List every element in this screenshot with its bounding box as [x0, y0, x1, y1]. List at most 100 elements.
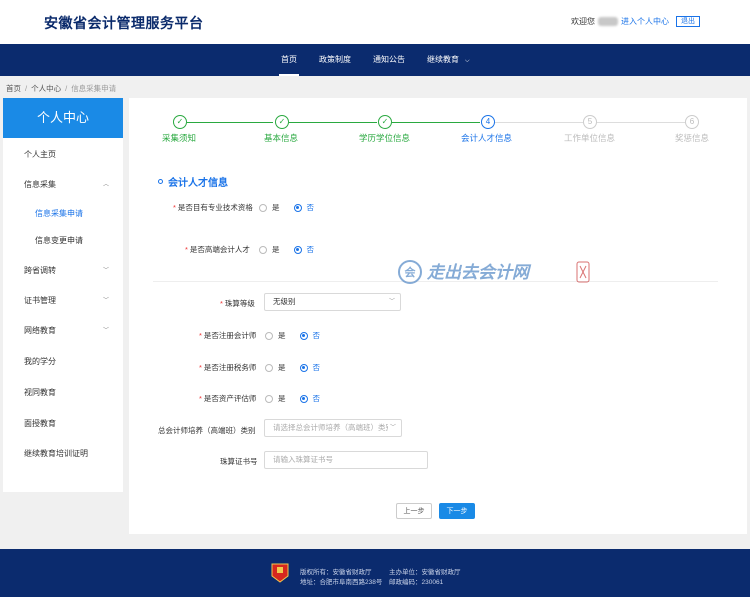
nav-home[interactable]: 首页	[270, 44, 308, 76]
radio-icon[interactable]	[259, 245, 267, 254]
sidebar-item-face-to-face[interactable]: 面授教育	[3, 418, 123, 429]
abacus-cert-input[interactable]: 请输入珠算证书号	[264, 451, 428, 469]
sidebar-item-label: 信息变更申请	[35, 236, 83, 245]
cpa-label: * 是否注册会计师	[199, 331, 257, 340]
sidebar-item-label: 信息采集申请	[35, 209, 83, 218]
step-connector	[495, 122, 583, 123]
senior-talent-radio-group: 是 否	[259, 244, 328, 255]
nav-policy[interactable]: 政策制度	[308, 44, 362, 76]
check-icon: ✓	[173, 115, 187, 129]
radio-label: 是	[272, 245, 280, 254]
sidebar-item-label: 视同教育	[24, 388, 56, 397]
main-panel: ✓ ✓ ✓ 4 5 6 采集须知 基本信息 学历学位信息 会计人才信息 工作单位…	[129, 98, 747, 534]
label-text: 是否注册税务师	[203, 363, 257, 372]
sidebar-item-certificates[interactable]: 证书管理 ﹀	[3, 295, 123, 306]
radio-label: 否	[312, 363, 321, 372]
logout-button[interactable]: 退出	[676, 16, 700, 27]
sidebar-item-home[interactable]: 个人主页	[3, 149, 123, 160]
cfo-training-select[interactable]: 请选择总会计师培养（高端班）类别 ﹀	[264, 419, 402, 437]
progress-steps: ✓ ✓ ✓ 4 5 6 采集须知 基本信息 学历学位信息 会计人才信息 工作单位…	[129, 114, 747, 154]
senior-talent-no[interactable]: 否	[293, 244, 315, 255]
radio-icon[interactable]	[265, 331, 273, 340]
step-label: 学历学位信息	[359, 133, 411, 143]
step-label: 会计人才信息	[461, 133, 513, 143]
emblem-icon	[271, 563, 289, 583]
sidebar-item-label: 证书管理	[24, 296, 56, 305]
site-title[interactable]: 安徽省会计管理服务平台	[44, 13, 204, 33]
footer-postcode: 邮政编码：230061	[389, 579, 444, 586]
sidebar-item-my-credits[interactable]: 我的学分	[3, 356, 123, 367]
step-label: 基本信息	[264, 133, 299, 143]
radio-icon[interactable]	[265, 394, 273, 403]
prev-step-button[interactable]: 上一步	[396, 503, 432, 519]
chevron-down-icon: ﹀	[102, 298, 109, 304]
label-text: 珠算等级	[224, 299, 255, 308]
radio-checked-icon[interactable]	[293, 203, 302, 212]
asset-appraiser-no[interactable]: 否	[299, 393, 321, 404]
label-text: 是否注册会计师	[203, 331, 257, 340]
check-icon: ✓	[275, 115, 289, 129]
nav-continuing-education-label: 继续教育	[427, 55, 459, 64]
breadcrumb-personal-center[interactable]: 个人中心	[31, 84, 61, 93]
radio-label: 是	[278, 331, 286, 340]
step-label: 采集须知	[162, 133, 197, 143]
watermark-text: 走出去会计网	[426, 263, 532, 283]
sidebar-item-label: 信息采集	[24, 180, 56, 189]
footer-sponsor: 主办单位：安徽省财政厅	[389, 569, 461, 576]
radio-label: 否	[312, 394, 321, 403]
radio-checked-icon[interactable]	[299, 331, 308, 340]
sidebar-item-change-apply[interactable]: 信息变更申请	[3, 235, 123, 246]
main-nav: 首页 政策制度 通知公告 继续教育 ⌵	[0, 44, 750, 76]
sidebar-item-label: 继续教育培训证明	[24, 449, 88, 458]
radio-label: 否	[306, 245, 315, 254]
nav-notices[interactable]: 通知公告	[362, 44, 416, 76]
step-label: 工作单位信息	[564, 133, 616, 143]
tax-agent-yes[interactable]: 是	[265, 362, 286, 373]
cpa-yes[interactable]: 是	[265, 330, 286, 341]
radio-checked-icon[interactable]	[299, 363, 308, 372]
sidebar-item-label: 个人主页	[24, 150, 56, 159]
sidebar-item-training-certificate[interactable]: 继续教育培训证明	[3, 448, 123, 459]
welcome-text: 欢迎您	[571, 17, 595, 26]
cpa-radio-group: 是 否	[265, 330, 334, 341]
label-text: 是否高端会计人才	[189, 245, 250, 254]
radio-checked-icon[interactable]	[299, 394, 308, 403]
sidebar-item-label: 网络教育	[24, 326, 56, 335]
tax-agent-no[interactable]: 否	[299, 362, 321, 373]
label-text: 是否目有专业技术资格	[177, 203, 253, 212]
radio-icon[interactable]	[259, 203, 267, 212]
chevron-down-icon: ﹀	[388, 299, 395, 305]
tech-qualification-no[interactable]: 否	[293, 202, 315, 213]
radio-icon[interactable]	[265, 363, 273, 372]
nav-home-label: 首页	[281, 55, 297, 64]
chevron-down-icon: ﹀	[387, 420, 396, 436]
enter-personal-center-link[interactable]: 进入个人中心	[621, 16, 669, 27]
tech-qualification-yes[interactable]: 是	[259, 202, 280, 213]
check-icon: ✓	[378, 115, 392, 129]
next-step-button[interactable]: 下一步	[439, 503, 475, 519]
breadcrumb-current: 信息采集申请	[71, 84, 117, 93]
radio-label: 否	[306, 203, 315, 212]
step-connector	[289, 122, 377, 123]
asset-appraiser-radio-group: 是 否	[265, 393, 334, 404]
sidebar-item-collection-apply[interactable]: 信息采集申请	[3, 208, 123, 219]
step-number-4: 4	[481, 115, 495, 129]
cpa-no[interactable]: 否	[299, 330, 320, 341]
section-title-text: 会计人才信息	[168, 178, 228, 189]
sidebar-item-equivalent-education[interactable]: 视同教育	[3, 387, 123, 398]
watermark-logo: 会 走出去会计网	[398, 260, 590, 284]
tax-agent-label: * 是否注册税务师	[199, 363, 257, 372]
radio-checked-icon[interactable]	[293, 245, 302, 254]
senior-talent-yes[interactable]: 是	[259, 244, 280, 255]
abacus-level-select[interactable]: 无级别 ﹀	[264, 293, 401, 311]
asset-appraiser-yes[interactable]: 是	[265, 393, 286, 404]
step-number-6: 6	[685, 115, 699, 129]
senior-talent-label: * 是否高端会计人才	[185, 245, 250, 254]
sidebar-item-transfer[interactable]: 跨省调转 ﹀	[3, 265, 123, 276]
sidebar-item-online-education[interactable]: 网络教育 ﹀	[3, 325, 123, 336]
breadcrumb-home[interactable]: 首页	[6, 84, 21, 93]
nav-continuing-education[interactable]: 继续教育 ⌵	[416, 44, 481, 76]
footer: 版权所有：安徽省财政厅 主办单位：安徽省财政厅 地址：合肥市阜南西路238号 邮…	[0, 549, 750, 597]
nav-notices-label: 通知公告	[373, 55, 405, 64]
sidebar-item-info-collection[interactable]: 信息采集 ︿	[3, 179, 123, 190]
